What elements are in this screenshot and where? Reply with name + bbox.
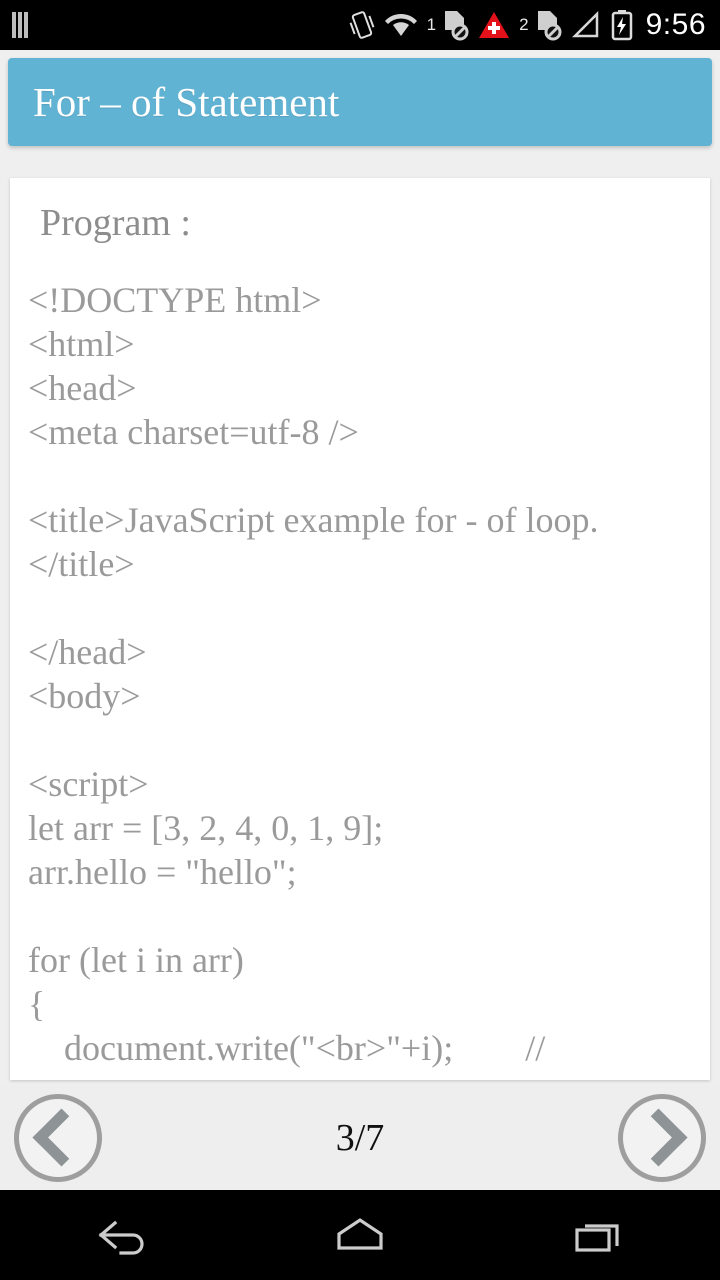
next-page-button[interactable] — [618, 1093, 706, 1182]
content-body: Program : <!DOCTYPE html> <html> <head> … — [10, 178, 710, 1070]
wifi-icon — [384, 12, 418, 38]
sim1-disabled-icon — [441, 9, 469, 41]
recents-button[interactable] — [552, 1205, 648, 1265]
app-title-bar: For – of Statement — [8, 58, 712, 146]
app-screen: 1 2 9:56 For – of Statement Program: <!… — [0, 0, 720, 1280]
cellular-signal-icon — [571, 11, 601, 39]
home-button[interactable] — [312, 1205, 408, 1265]
status-bar-right: 1 2 9:56 — [349, 9, 706, 41]
chevron-right-icon — [629, 1108, 688, 1167]
prev-page-button[interactable] — [14, 1093, 102, 1182]
page-indicator: 3/7 — [335, 1116, 385, 1159]
vertical-bars-icon — [12, 12, 34, 38]
code-block: <!DOCTYPE html> <html> <head> <meta char… — [28, 280, 599, 1068]
chevron-left-icon — [32, 1108, 91, 1167]
pager-bar: 3/7 — [0, 1085, 720, 1190]
status-bar: 1 2 9:56 — [0, 0, 720, 50]
android-navigation-bar — [0, 1190, 720, 1280]
status-bar-clock: 9:56 — [645, 8, 706, 41]
page-title: For – of Statement — [33, 78, 340, 125]
content-card[interactable]: Program : <!DOCTYPE html> <html> <head> … — [10, 178, 710, 1080]
battery-charging-icon — [610, 9, 634, 41]
emergency-alert-icon — [478, 10, 510, 40]
sim2-disabled-icon — [534, 9, 562, 41]
sim2-label: 2 — [519, 15, 529, 34]
program-label: Program : — [40, 202, 191, 244]
vibrate-icon — [349, 9, 375, 41]
back-button[interactable] — [72, 1205, 168, 1265]
sim1-label: 1 — [426, 15, 437, 34]
status-bar-left — [12, 12, 34, 38]
